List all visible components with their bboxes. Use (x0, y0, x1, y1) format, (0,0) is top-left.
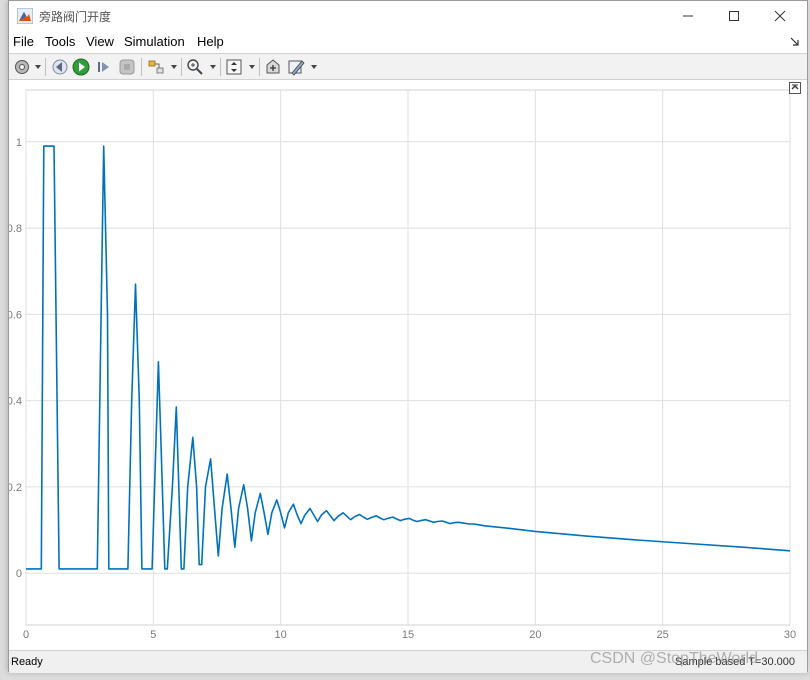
minimize-icon[interactable] (665, 1, 711, 31)
step-back-icon[interactable] (50, 57, 70, 77)
y-tick-label: 1 (16, 137, 22, 149)
y-tick-label: 0.4 (9, 396, 22, 408)
toolbar-separator (220, 58, 221, 76)
menu-bar: File Tools View Simulation Help (9, 31, 807, 53)
scope-window: 旁路阀门开度 File Tools View Simulation Help 0… (8, 0, 808, 673)
watermark: CSDN @StopTheWorld (590, 650, 758, 667)
menu-help[interactable]: Help (197, 34, 224, 49)
run-icon[interactable] (71, 57, 91, 77)
highlight-icon[interactable] (146, 57, 166, 77)
highlight-dropdown-icon[interactable] (171, 65, 177, 69)
fit-dropdown-icon[interactable] (249, 65, 255, 69)
y-tick-label: 0.6 (9, 309, 22, 321)
y-tick-label: 0 (16, 568, 22, 580)
menu-tools[interactable]: Tools (45, 34, 75, 49)
zoom-dropdown-icon[interactable] (210, 65, 216, 69)
background-window-left-edge (0, 0, 8, 680)
maximize-icon[interactable] (711, 1, 757, 31)
fit-icon[interactable] (224, 57, 244, 77)
title-bar[interactable]: 旁路阀门开度 (9, 1, 807, 31)
x-tick-label: 20 (529, 629, 541, 641)
status-ready: Ready (11, 656, 43, 668)
restore-icon[interactable] (263, 57, 283, 77)
toolbar-separator (181, 58, 182, 76)
toolbar-separator (259, 58, 260, 76)
menu-view[interactable]: View (86, 34, 114, 49)
x-tick-label: 0 (23, 629, 29, 641)
close-icon[interactable] (757, 1, 803, 31)
scope-plot[interactable]: 0 5 10 15 20 25 30 0 0.2 0.4 0.6 0.8 1 (9, 80, 807, 650)
background-window-bottom-edge (0, 672, 810, 680)
matlab-logo-icon (17, 8, 33, 24)
toolbar-separator (45, 58, 46, 76)
x-tick-label: 5 (150, 629, 156, 641)
stop-icon[interactable] (117, 57, 137, 77)
undock-axes-icon[interactable] (789, 82, 801, 94)
x-tick-label: 15 (402, 629, 414, 641)
style-dropdown-icon[interactable] (311, 65, 317, 69)
gear-icon[interactable] (12, 57, 32, 77)
x-tick-label: 25 (657, 629, 669, 641)
dock-arrow-icon[interactable] (790, 37, 799, 46)
x-tick-label: 30 (784, 629, 796, 641)
toolbar (9, 53, 807, 80)
toolbar-separator (141, 58, 142, 76)
y-tick-label: 0.8 (9, 223, 22, 235)
plot-area: 0 5 10 15 20 25 30 0 0.2 0.4 0.6 0.8 1 (9, 80, 807, 650)
menu-simulation[interactable]: Simulation (124, 34, 185, 49)
step-forward-icon[interactable] (94, 57, 114, 77)
y-tick-label: 0.2 (9, 482, 22, 494)
style-icon[interactable] (286, 57, 306, 77)
window-title: 旁路阀门开度 (39, 10, 112, 24)
menu-file[interactable]: File (13, 34, 34, 49)
gear-dropdown-icon[interactable] (35, 65, 41, 69)
zoom-icon[interactable] (185, 57, 205, 77)
x-tick-label: 10 (275, 629, 287, 641)
